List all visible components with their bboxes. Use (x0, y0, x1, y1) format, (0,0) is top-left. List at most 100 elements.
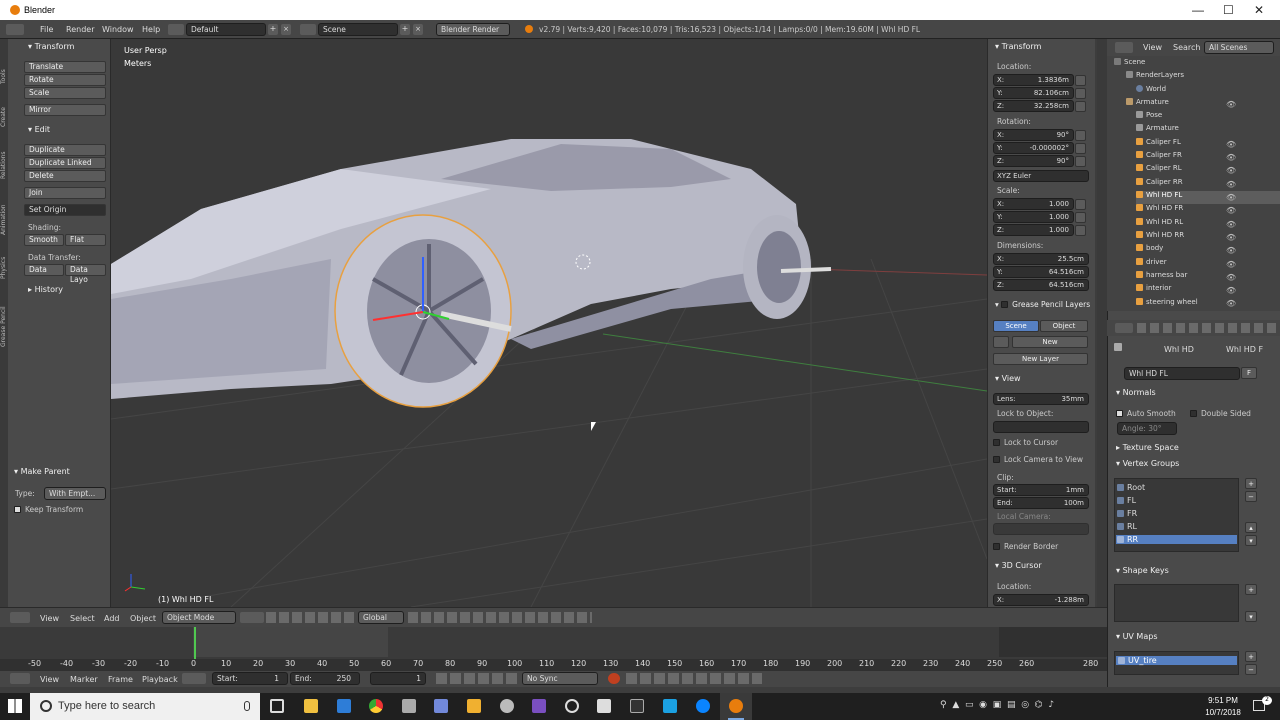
menu-file[interactable]: File (40, 25, 53, 34)
keep-transform-checkbox[interactable]: Keep Transform (14, 505, 83, 514)
uv-map-add-button[interactable]: + (1245, 651, 1257, 662)
3d-cursor-header[interactable]: ▾ 3D Cursor (995, 561, 1042, 570)
timeline-menu-marker[interactable]: Marker (70, 675, 98, 684)
rotation-mode-select[interactable]: XYZ Euler (993, 170, 1089, 182)
record-icon[interactable] (608, 673, 620, 684)
terminal-icon[interactable] (630, 699, 644, 713)
taskbar-search-input[interactable]: Type here to search (30, 693, 260, 720)
lock-to-cursor-checkbox[interactable]: Lock to Cursor (993, 438, 1058, 447)
gp-scene-toggle[interactable]: Scene (993, 320, 1039, 332)
app-cloud-icon[interactable] (500, 699, 514, 713)
layout-add-icon[interactable]: + (268, 24, 278, 35)
parent-type-select[interactable]: With Empt... (44, 487, 106, 500)
location-z-field[interactable]: Z: 32.258cm (993, 100, 1074, 112)
duplicate-button[interactable]: Duplicate (24, 144, 106, 156)
pin-icon[interactable] (1114, 343, 1122, 351)
view3d-editor-icon[interactable] (10, 612, 30, 623)
orientation-select[interactable]: Global (358, 611, 404, 624)
local-camera-field[interactable] (993, 523, 1089, 535)
outliner-row-renderlayers[interactable]: RenderLayers (1126, 71, 1280, 84)
lock-location-z-icon[interactable] (1075, 101, 1086, 112)
outliner-filter-select[interactable]: All Scenes (1204, 41, 1274, 54)
gp-checkbox[interactable] (1001, 301, 1009, 308)
texture-space-header[interactable]: ▸ Texture Space (1116, 443, 1179, 452)
dimensions-x-field[interactable]: X: 25.5cm (993, 253, 1089, 265)
make-parent-header[interactable]: ▾ Make Parent (14, 467, 70, 476)
vertex-group-add-button[interactable]: + (1245, 478, 1257, 489)
layout-remove-icon[interactable]: × (281, 24, 291, 35)
3d-viewport[interactable]: User Persp Meters (1) Whl HD FL (111, 39, 987, 607)
normals-panel-header[interactable]: ▾ Normals (1116, 388, 1156, 397)
properties-scrollbar[interactable] (1097, 39, 1107, 607)
menu-view[interactable]: View (40, 614, 59, 623)
manipulator-icons[interactable] (266, 612, 356, 623)
clip-start-field[interactable]: Start: 1mm (993, 484, 1089, 496)
menu-window[interactable]: Window (102, 25, 134, 34)
data-button[interactable]: Data (24, 264, 64, 276)
shape-key-add-button[interactable]: + (1245, 584, 1257, 595)
frame-start-field[interactable]: Start: 1 (212, 672, 288, 685)
double-sided-checkbox[interactable]: Double Sided (1190, 409, 1251, 418)
uv-map-list[interactable]: UV_tire (1114, 651, 1239, 675)
shape-keys-header[interactable]: ▾ Shape Keys (1116, 566, 1169, 575)
tab-physics[interactable]: Physics (0, 239, 8, 279)
grease-pencil-header[interactable]: ▾ Grease Pencil Layers (995, 300, 1090, 309)
fake-user-button[interactable]: F (1241, 367, 1257, 379)
properties-editor-icon[interactable] (1115, 323, 1133, 333)
timeline-editor-icon[interactable] (10, 673, 30, 684)
system-tray-icons[interactable]: ⚲ ▲ ▭ ◉ ▣ ▤ ◎ ⌬ ♪ (940, 700, 1240, 714)
menu-object[interactable]: Object (130, 614, 156, 623)
n-transform-header[interactable]: ▾ Transform (995, 42, 1041, 51)
tab-grease-pencil[interactable]: Grease Pencil (0, 283, 8, 347)
lock-scale-z-icon[interactable] (1075, 225, 1086, 236)
gp-new-layer-button[interactable]: New Layer (993, 353, 1088, 365)
breadcrumb-mesh[interactable]: Whl HD F (1226, 345, 1263, 354)
layout-select[interactable]: Default (186, 23, 266, 36)
vertex-group-root[interactable]: Root (1117, 483, 1237, 492)
tab-tools[interactable]: Tools (0, 44, 8, 84)
scale-z-field[interactable]: Z: 1.000 (993, 224, 1074, 236)
mode-select[interactable]: Object Mode (162, 611, 236, 624)
tab-relations[interactable]: Relations (0, 131, 8, 179)
vertex-group-remove-button[interactable]: − (1245, 491, 1257, 502)
render-border-checkbox[interactable]: Render Border (993, 542, 1058, 551)
app-chat-icon[interactable] (696, 699, 710, 713)
clock-date[interactable]: 10/7/2018 (1200, 708, 1246, 717)
vertex-group-list[interactable]: Root FL FR RL RR (1114, 478, 1239, 552)
preview-range-icon[interactable] (182, 673, 206, 684)
outliner-row-world[interactable]: World (1136, 85, 1280, 98)
outliner-search-menu[interactable]: Search (1173, 43, 1200, 52)
layer-and-snap-icons[interactable] (408, 612, 592, 623)
lock-scale-y-icon[interactable] (1075, 212, 1086, 223)
lock-camera-checkbox[interactable]: Lock Camera to View (993, 455, 1083, 464)
app-s-icon[interactable] (467, 699, 481, 713)
lock-rotation-z-icon[interactable] (1075, 156, 1086, 167)
set-origin-dropdown[interactable]: Set Origin (24, 204, 106, 216)
timeline-menu-playback[interactable]: Playback (142, 675, 178, 684)
mirror-button[interactable]: Mirror (24, 104, 106, 116)
windows-start-icon[interactable] (8, 699, 22, 713)
dimensions-y-field[interactable]: Y: 64.516cm (993, 266, 1089, 278)
keying-controls[interactable] (626, 673, 762, 684)
editor-type-icon[interactable] (6, 24, 24, 35)
outliner-visibility-icons[interactable]: 👁 👁 👁 👁 👁 👁 👁 👁 👁 👁 👁 👁 👁 👁 (1226, 98, 1266, 308)
rotation-z-field[interactable]: Z: 90° (993, 155, 1074, 167)
shape-key-list[interactable] (1114, 584, 1239, 622)
rotation-y-field[interactable]: Y: -0.000002° (993, 142, 1074, 154)
delete-button[interactable]: Delete (24, 170, 106, 182)
lock-object-field[interactable] (993, 421, 1089, 433)
edit-panel-header[interactable]: ▾ Edit (28, 125, 50, 134)
render-engine-select[interactable]: Blender Render (436, 23, 510, 36)
lens-field[interactable]: Lens: 35mm (993, 393, 1089, 405)
file-explorer-icon[interactable] (304, 699, 318, 713)
outliner-editor-icon[interactable] (1115, 42, 1133, 53)
clip-end-field[interactable]: End: 100m (993, 497, 1089, 509)
uv-map-remove-button[interactable]: − (1245, 664, 1257, 675)
clock-time[interactable]: 9:51 PM (1200, 696, 1246, 705)
store-icon[interactable] (402, 699, 416, 713)
app-shield-icon[interactable] (663, 699, 677, 713)
rotate-button[interactable]: Rotate (24, 74, 106, 86)
minimize-button[interactable]: — (1192, 3, 1204, 17)
outliner-row-scene[interactable]: Scene (1114, 58, 1274, 71)
duplicate-linked-button[interactable]: Duplicate Linked (24, 157, 106, 169)
